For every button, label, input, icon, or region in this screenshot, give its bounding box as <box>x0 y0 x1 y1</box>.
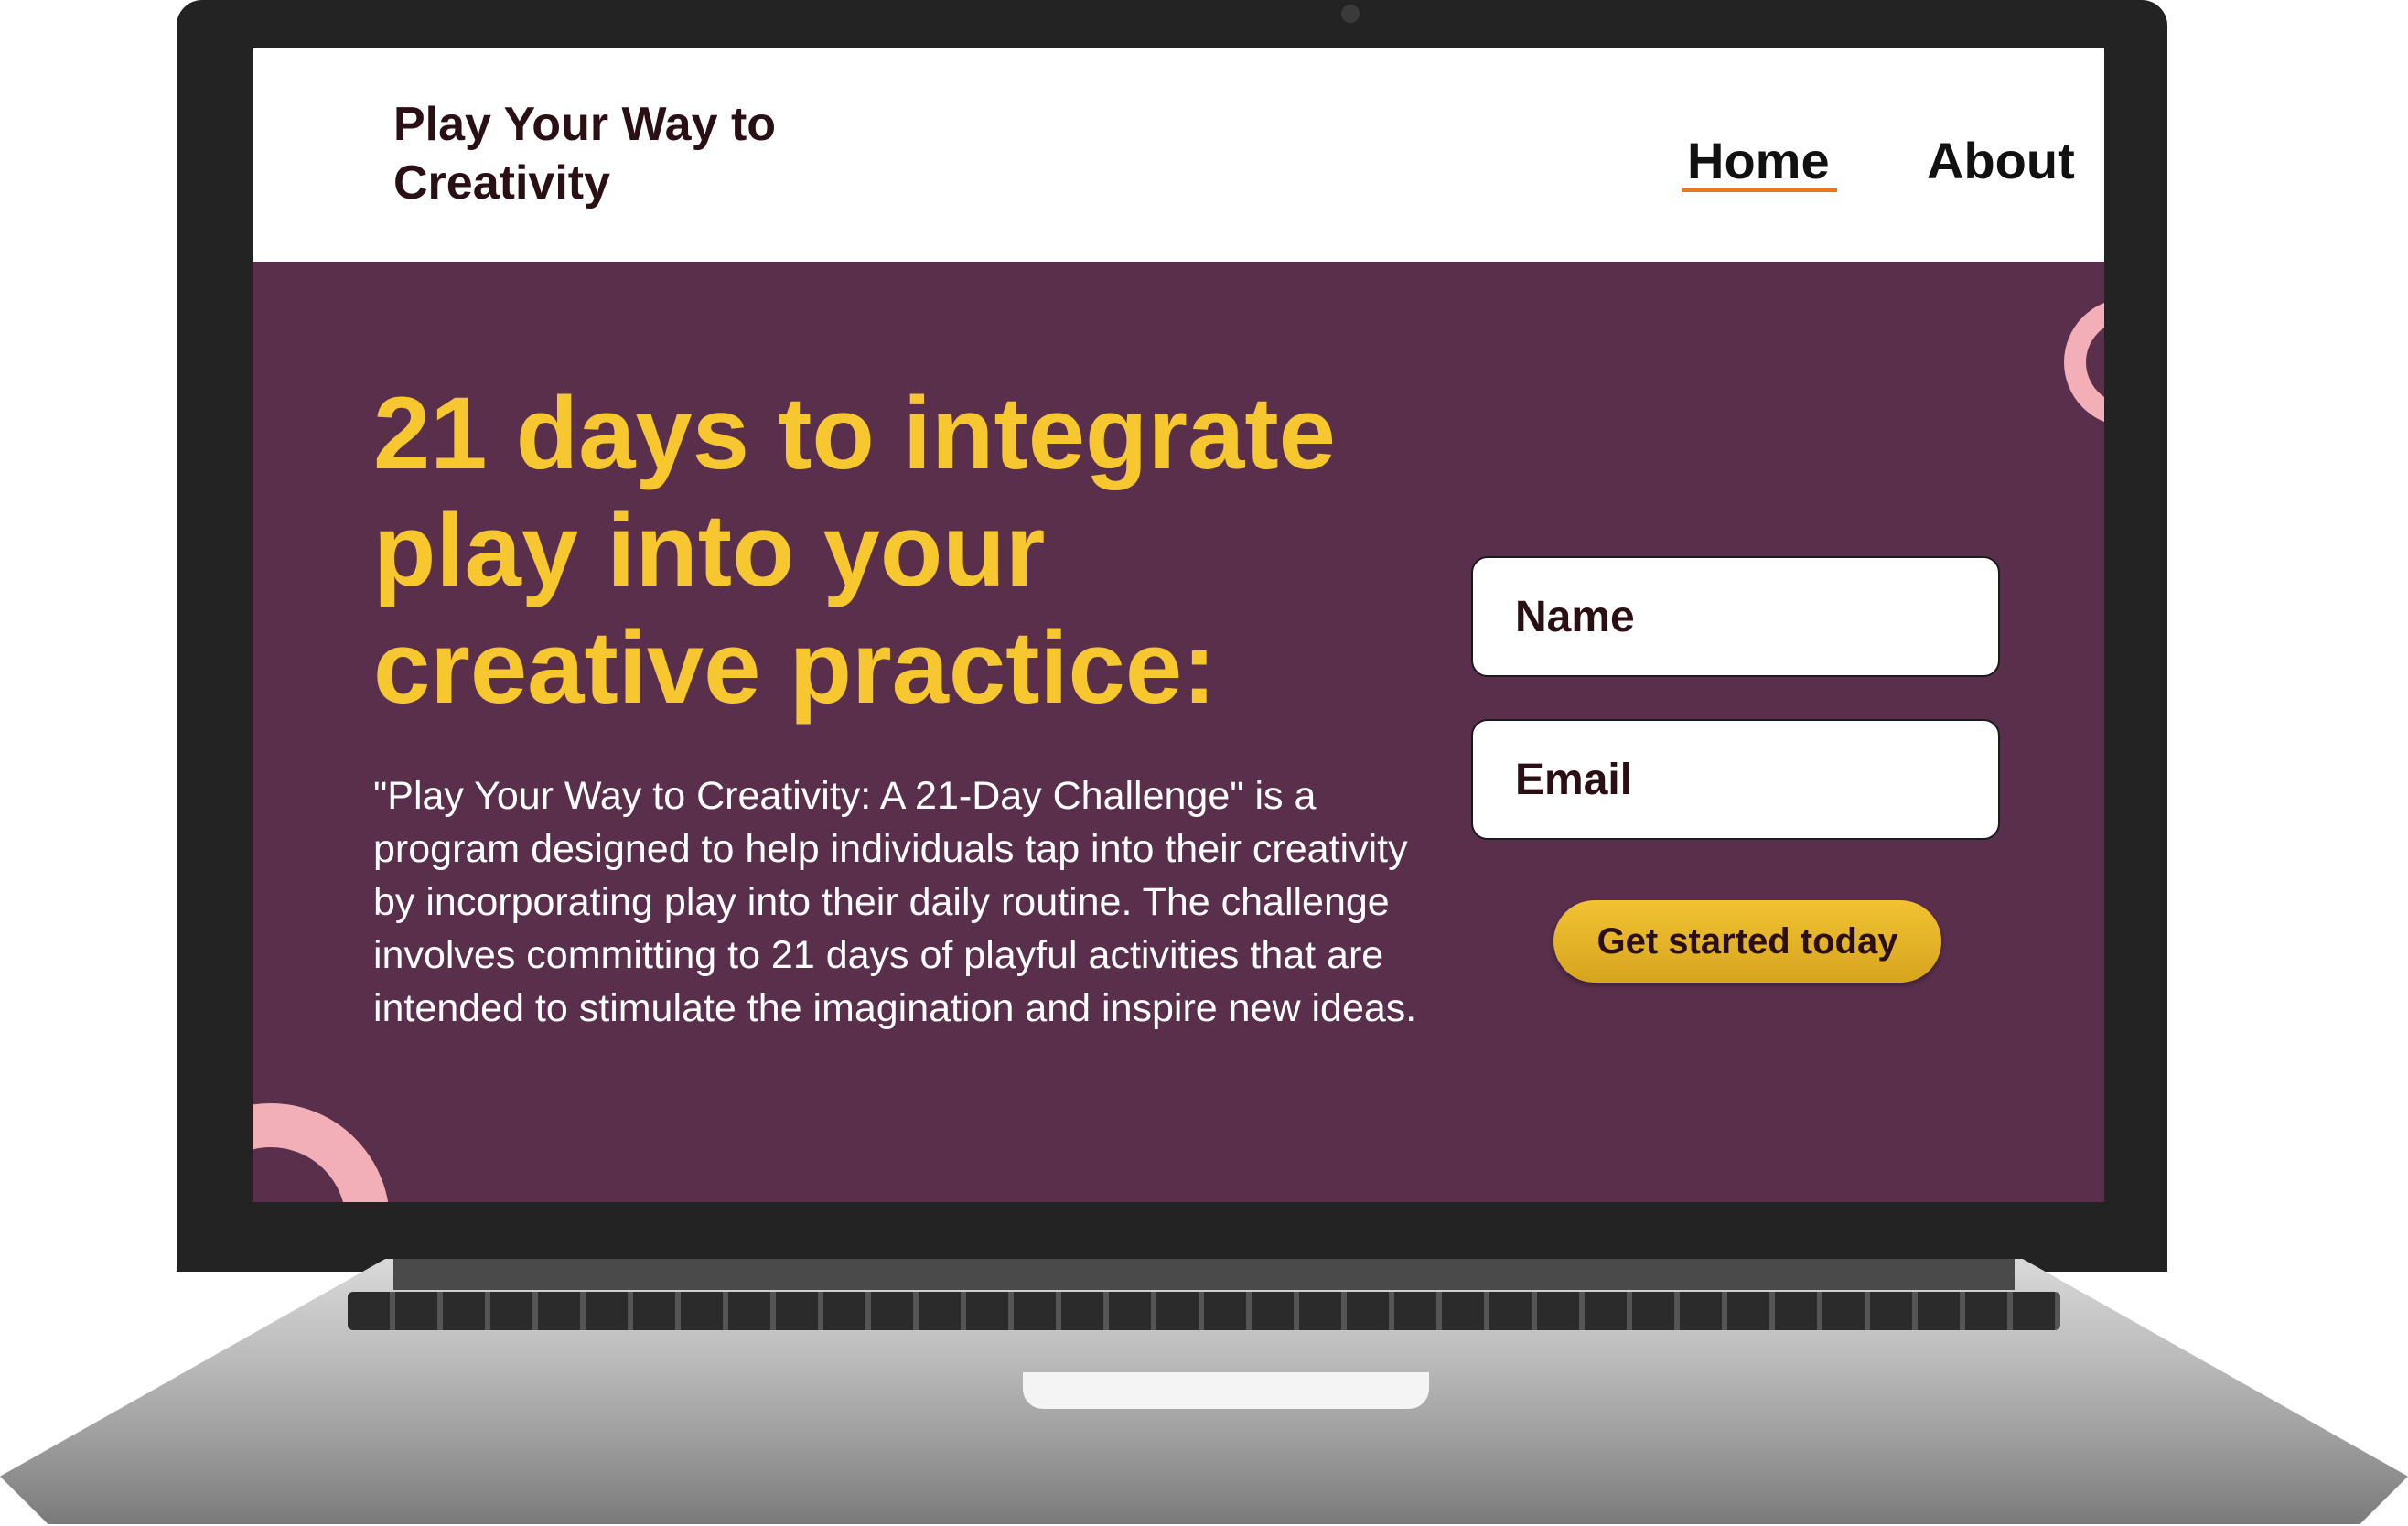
keyboard <box>348 1292 2060 1330</box>
laptop-screen: Play Your Way to Creativity Home About 2… <box>253 48 2104 1202</box>
trackpad-notch <box>1023 1372 1429 1409</box>
site-logo[interactable]: Play Your Way to Creativity <box>393 95 796 212</box>
nav-about-link[interactable]: About <box>1927 128 2075 194</box>
hero-title: 21 days to integrate play into your crea… <box>373 376 1336 725</box>
pink-ring-decoration <box>2064 298 2104 426</box>
name-input[interactable] <box>1471 556 2000 677</box>
get-started-button[interactable]: Get started today <box>1553 900 1941 983</box>
email-input[interactable] <box>1471 719 2000 840</box>
nav-home-link[interactable]: Home <box>1682 128 1837 194</box>
camera-icon <box>1341 5 1360 23</box>
laptop-hinge <box>393 1259 2015 1290</box>
pink-ring-decoration <box>253 1103 390 1202</box>
hero-section: 21 days to integrate play into your crea… <box>253 262 2104 1202</box>
site-header: Play Your Way to Creativity Home About <box>253 48 2104 262</box>
hero-description: "Play Your Way to Creativity: A 21-Day C… <box>373 774 1417 1030</box>
